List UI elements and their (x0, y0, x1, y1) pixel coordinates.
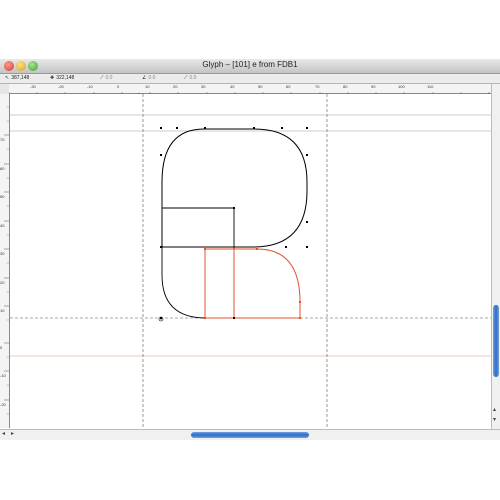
scroll-down-arrow-icon[interactable]: ▾ (493, 416, 496, 423)
slant-icon: ⟋ (184, 75, 188, 81)
glyph-canvas[interactable] (10, 94, 491, 428)
v-ruler-label: -10 (0, 373, 6, 378)
h-ruler-label: 40 (230, 84, 235, 89)
window-title: Glyph – [101] e from FDB1 (202, 60, 298, 69)
horizontal-scrollbar[interactable]: ◂ ▸ (0, 429, 500, 440)
vertical-scroll-thumb[interactable] (493, 305, 499, 377)
glyph-outer-contour[interactable] (161, 128, 308, 248)
v-ruler-label: 30 (0, 251, 5, 256)
h-ruler-label: 50 (258, 84, 263, 89)
node-point[interactable] (306, 154, 308, 156)
v-ruler-label: 70 (0, 137, 5, 142)
horizontal-ruler[interactable]: -30 -20 -10 0 10 20 30 40 50 60 70 80 90… (8, 84, 491, 97)
h-ruler-label: 60 (286, 84, 291, 89)
node-point[interactable] (306, 246, 308, 248)
node-point[interactable] (204, 127, 206, 129)
h-ruler-label: 110 (427, 84, 434, 89)
h-ruler-label: -10 (87, 84, 93, 89)
h-ruler-label: -20 (58, 84, 64, 89)
scroll-left-arrow-icon[interactable]: ◂ (2, 430, 5, 437)
h-ruler-label: 20 (173, 84, 178, 89)
node-point[interactable] (281, 127, 283, 129)
v-ruler-label: 60 (0, 166, 5, 171)
glyph-drawing[interactable] (10, 94, 491, 428)
node-point[interactable] (285, 246, 287, 248)
node-point[interactable] (306, 127, 308, 129)
node-point[interactable] (160, 246, 162, 248)
extra-value: 0.0 (189, 75, 197, 81)
pointer-readout: ↖ 387,148 (5, 75, 29, 81)
node-point[interactable] (306, 221, 308, 223)
node-point[interactable] (233, 317, 235, 319)
v-ruler-label: 0 (0, 345, 3, 350)
v-ruler-label: 50 (0, 194, 5, 199)
component-node[interactable] (256, 248, 258, 250)
node-point[interactable] (160, 154, 162, 156)
pointer-coords: 387,148 (11, 75, 30, 81)
scroll-right-arrow-icon[interactable]: ▸ (11, 430, 14, 437)
pointer-icon: ↖ (5, 75, 10, 81)
title-bar[interactable]: Glyph – [101] e from FDB1 (0, 59, 500, 74)
crosshair-icon: ✚ (50, 75, 55, 81)
h-ruler-label: 30 (201, 84, 206, 89)
glyph-bowl-contour[interactable] (161, 207, 235, 319)
component-node[interactable] (204, 317, 206, 319)
v-ruler-label: 20 (0, 280, 5, 285)
component-contour[interactable] (204, 248, 301, 319)
vertical-ruler[interactable]: 70 60 50 40 30 20 10 0 -10 -20 (0, 94, 10, 428)
h-ruler-label: 80 (343, 84, 348, 89)
glyph-window: Glyph – [101] e from FDB1 ↖ 387,148 ✚ 32… (0, 59, 500, 440)
node-point[interactable] (160, 127, 162, 129)
scroll-up-arrow-icon[interactable]: ▴ (493, 406, 496, 413)
distance-readout: ⟋ 0.0 (100, 75, 112, 81)
origin-center-icon (160, 318, 162, 320)
node-point[interactable] (176, 127, 178, 129)
extra-readout: ⟋ 0.0 (184, 75, 196, 81)
component-node[interactable] (299, 317, 301, 319)
vertical-scrollbar[interactable]: ▴ ▾ (491, 84, 500, 429)
distance-value: 0.0 (105, 75, 113, 81)
node-point[interactable] (233, 207, 235, 209)
component-node[interactable] (299, 301, 301, 303)
h-ruler-label: 10 (145, 84, 150, 89)
angle-value: 0.0 (148, 75, 156, 81)
info-bar: ↖ 387,148 ✚ 322,148 ⟋ 0.0 ∠ 0.0 ⟋ 0.0 (0, 74, 500, 84)
h-ruler-label: 90 (371, 84, 376, 89)
horizontal-scroll-thumb[interactable] (191, 432, 309, 438)
v-ruler-label: -20 (0, 402, 6, 407)
angle-readout: ∠ 0.0 (142, 75, 155, 81)
h-ruler-label: -30 (30, 84, 36, 89)
v-ruler-label: 40 (0, 223, 5, 228)
cross-readout: ✚ 322,148 (50, 75, 74, 81)
node-point[interactable] (253, 127, 255, 129)
alt-coords: 322,148 (56, 75, 75, 81)
component-node[interactable] (204, 248, 206, 250)
v-ruler-label: 10 (0, 308, 5, 313)
h-ruler-label: 70 (315, 84, 320, 89)
ruler-icon: ⟋ (100, 75, 104, 81)
h-ruler-label: 0 (117, 84, 120, 89)
h-ruler-label: 100 (398, 84, 405, 89)
angle-icon: ∠ (142, 75, 147, 81)
